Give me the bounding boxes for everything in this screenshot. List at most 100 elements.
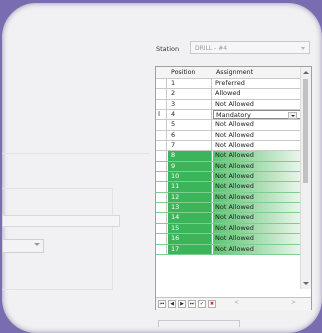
assignment-cell[interactable]: Not Allowed [213,182,301,192]
row-selector[interactable] [156,120,167,130]
table-row[interactable]: 16 Not Allowed [156,234,301,245]
row-selector[interactable] [156,182,167,192]
table-row[interactable]: I 4 Mandatory [156,110,301,121]
position-cell[interactable]: 15 [168,223,212,234]
table-row[interactable]: 9 Not Allowed [156,161,301,173]
assignment-value: Preferred [215,79,245,87]
row-selector[interactable] [156,172,167,182]
position-cell[interactable]: 3 [168,99,212,110]
assignment-cell[interactable]: Allowed [213,89,301,98]
disabled-dropdown [2,239,44,253]
scroll-thumb[interactable] [303,79,308,183]
assignment-cell[interactable]: Mandatory [213,110,301,120]
assignment-cell[interactable]: Not Allowed [213,203,301,213]
row-selector[interactable] [156,244,167,254]
position-cell[interactable]: 10 [168,172,212,182]
window: Station DRILL - #4 Position Assignment 1… [2,3,322,333]
horizontal-scrollbar[interactable]: < > [234,299,306,308]
row-selector[interactable] [156,234,167,244]
row-selector[interactable] [156,203,167,213]
column-header-assignment[interactable]: Assignment [216,69,253,76]
chevron-down-icon [34,243,40,246]
table-row[interactable]: 3 Not Allowed [156,99,301,111]
first-record-button[interactable]: ⏮ [158,300,166,308]
position-cell[interactable]: 16 [168,234,212,244]
table-row[interactable]: 8 Not Allowed [156,151,301,162]
next-record-button[interactable]: ▶ [178,300,186,308]
position-cell[interactable]: 17 [168,244,212,254]
grid-rows: 1 Preferred 2 Allowed 3 Not Allowed I 4 Mandator… [156,79,301,255]
row-selector[interactable] [156,79,167,89]
table-row[interactable]: 12 Not Allowed [156,192,301,204]
position-cell[interactable]: 5 [168,120,212,130]
table-row[interactable]: 13 Not Allowed [156,203,301,214]
row-selector[interactable] [156,151,167,161]
table-row[interactable]: 11 Not Allowed [156,182,301,193]
table-row[interactable]: 6 Not Allowed [156,130,301,142]
position-cell[interactable]: 13 [168,203,212,213]
table-row[interactable]: 7 Not Allowed [156,141,301,152]
apply-check-icon[interactable]: ✔ [198,300,206,308]
assignment-cell[interactable]: Not Allowed [213,100,301,109]
column-header-position[interactable]: Position [171,69,196,76]
station-select[interactable]: DRILL - #4 [190,41,310,54]
navigator-bar: ⏮ ◀ ▶ ⏭ ✔ ✖ < > [156,297,311,310]
assignment-value: Not Allowed [215,244,254,253]
position-cell[interactable]: 9 [168,161,212,172]
assignment-cell[interactable]: Not Allowed [213,234,301,244]
assignment-cell[interactable]: Not Allowed [213,151,301,161]
table-row[interactable]: 10 Not Allowed [156,172,301,183]
table-row[interactable]: 5 Not Allowed [156,120,301,131]
scroll-right-icon[interactable]: > [291,299,296,306]
assignment-cell[interactable]: Not Allowed [213,244,301,254]
position-cell[interactable]: 8 [168,151,212,161]
assignment-cell[interactable]: Not Allowed [213,172,301,182]
table-row[interactable]: 15 Not Allowed [156,223,301,235]
scroll-left-icon[interactable]: < [234,299,239,306]
table-row[interactable]: 2 Allowed [156,89,301,100]
assignment-value: Not Allowed [215,213,254,222]
table-row[interactable]: 14 Not Allowed [156,213,301,224]
assignment-cell[interactable]: Not Allowed [213,120,301,129]
row-selector[interactable] [156,213,167,223]
row-selector[interactable]: I [156,110,167,120]
table-row[interactable]: 17 Not Allowed [156,244,301,255]
row-selector[interactable] [156,161,167,172]
position-cell[interactable]: 12 [168,192,212,203]
row-selector[interactable] [156,141,167,151]
scroll-up-icon[interactable] [303,71,309,74]
cancel-x-icon[interactable]: ✖ [208,300,216,308]
assignment-cell[interactable]: Not Allowed [213,223,301,234]
position-cell[interactable]: 6 [168,130,212,141]
assignment-cell[interactable]: Not Allowed [213,131,301,140]
row-selector[interactable] [156,89,167,99]
row-selector[interactable] [156,99,167,110]
last-record-button[interactable]: ⏭ [188,300,196,308]
position-cell[interactable]: 2 [168,89,212,99]
assignment-cell[interactable]: Not Allowed [213,192,301,203]
position-cell[interactable]: 4 [168,110,212,120]
assignment-cell[interactable]: Preferred [213,79,301,88]
chevron-down-icon [301,47,305,50]
position-cell[interactable]: 1 [168,79,212,89]
text-cursor-icon: I [158,110,161,119]
position-cell[interactable]: 14 [168,213,212,223]
scroll-down-icon[interactable] [303,282,309,285]
assignment-grid[interactable]: Position Assignment 1 Preferred 2 Allowed 3 N… [155,66,312,310]
assignment-value: Not Allowed [215,223,254,232]
station-select-value: DRILL - #4 [195,45,228,52]
row-selector[interactable] [156,130,167,141]
prev-record-button[interactable]: ◀ [168,300,176,308]
assignment-cell[interactable]: Not Allowed [213,213,301,223]
position-cell[interactable]: 7 [168,141,212,151]
assignment-cell[interactable]: Not Allowed [213,141,301,150]
position-cell[interactable]: 11 [168,182,212,192]
assignment-dropdown-button[interactable] [288,112,297,120]
row-selector[interactable] [156,192,167,203]
row-selector[interactable] [156,223,167,234]
assignment-value: Not Allowed [215,99,254,108]
station-label: Station [156,45,180,53]
vertical-scrollbar[interactable] [300,67,311,289]
table-row[interactable]: 1 Preferred [156,79,301,90]
assignment-cell[interactable]: Not Allowed [213,161,301,172]
